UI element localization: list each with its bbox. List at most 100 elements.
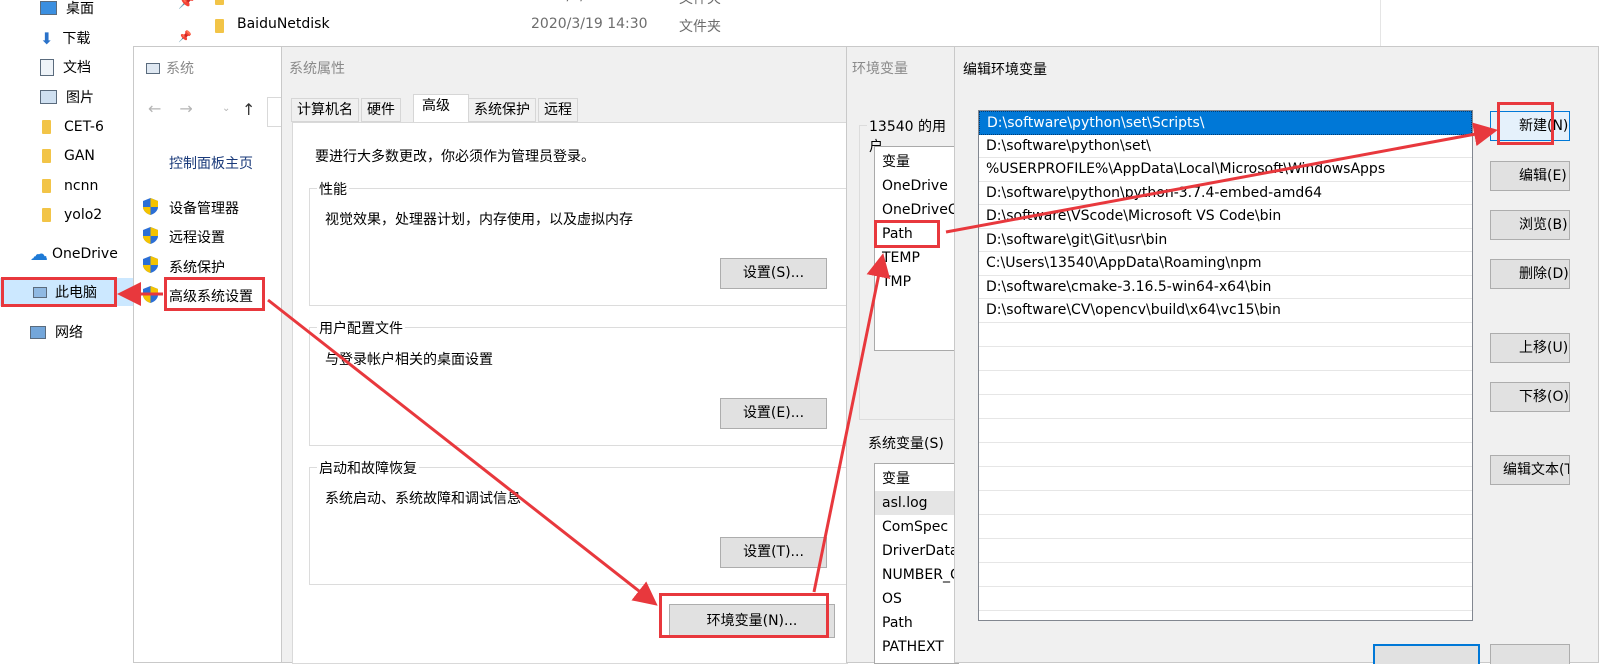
list-item[interactable]: NUMBER_O xyxy=(875,563,958,587)
tab-advanced[interactable]: 高级 xyxy=(413,94,469,123)
network-icon xyxy=(30,325,46,339)
nav-item-ncnn[interactable]: ncnn xyxy=(40,172,98,200)
tab-remote[interactable]: 远程 xyxy=(538,98,578,122)
ok-button[interactable] xyxy=(1373,644,1480,664)
list-item[interactable]: OneDrive xyxy=(875,174,958,198)
list-item[interactable]: D:\software\CV\opencv\build\x64\vc15\bin xyxy=(979,299,1472,323)
nav-item-yolo2[interactable]: yolo2 xyxy=(40,201,102,229)
list-item[interactable]: D:\software\python\python-3.7.4-embed-am… xyxy=(979,182,1472,205)
pin-icon: 📌 xyxy=(178,30,192,43)
annotation-box-new xyxy=(1497,102,1554,145)
group-label: 用户配置文件 xyxy=(317,318,405,338)
cancel-button[interactable] xyxy=(1490,644,1570,664)
system-window: 系统 ←→ ⌄ ↑ 控制面板主页 设备管理器 远程设置 系统保护 高级系统设置 xyxy=(133,46,283,663)
list-item[interactable]: D:\software\git\Git\usr\bin xyxy=(979,229,1472,252)
system-vars-list[interactable]: 变量 asl.log ComSpec DriverData NUMBER_O O… xyxy=(874,463,959,664)
list-item[interactable]: TEMP xyxy=(875,246,958,270)
nav-item-gan[interactable]: GAN xyxy=(40,142,95,170)
nav-label: CET-6 xyxy=(64,119,104,135)
folder-icon xyxy=(42,120,51,134)
list-item[interactable]: OneDriveC xyxy=(875,198,958,222)
column-divider xyxy=(1380,0,1381,48)
user-profile-group: 用户配置文件 与登录帐户相关的桌面设置 设置(E)... xyxy=(309,318,849,446)
tab-hardware[interactable]: 硬件 xyxy=(361,98,401,122)
list-item[interactable]: Path xyxy=(875,611,958,635)
folder-icon xyxy=(42,179,51,193)
path-list[interactable]: D:\software\python\set\Scripts\ D:\softw… xyxy=(978,110,1473,621)
chevron-down-icon[interactable]: ⌄ xyxy=(222,103,230,114)
nav-item-documents[interactable]: 文档 xyxy=(40,53,91,81)
shield-icon xyxy=(142,226,159,245)
list-item[interactable]: OS xyxy=(875,587,958,611)
list-item[interactable]: D:\software\VScode\Microsoft VS Code\bin xyxy=(979,205,1472,229)
device-manager-link[interactable]: 设备管理器 xyxy=(169,198,239,218)
edit-text-button[interactable]: 编辑文本(T) xyxy=(1490,455,1570,485)
dialog-title: 环境变量 xyxy=(852,61,908,77)
nav-item-cet6[interactable]: CET-6 xyxy=(40,113,104,141)
browse-button[interactable]: 浏览(B)... xyxy=(1490,210,1570,240)
table-row[interactable]: BaiduNetdisk 2020/3/19 14:30 文件夹 xyxy=(213,16,721,36)
file-date: 2020/2/8 14:37 xyxy=(531,0,679,8)
group-label: 性能 xyxy=(317,179,349,199)
list-item[interactable]: D:\software\cmake-3.16.5-win64-x64\bin xyxy=(979,276,1472,299)
edit-button[interactable]: 编辑(E) xyxy=(1490,161,1570,191)
advanced-tab-panel: 要进行大多数更改，你必须作为管理员登录。 性能 视觉效果，处理器计划，内存使用，… xyxy=(292,122,849,664)
list-item[interactable]: TMP xyxy=(875,270,958,294)
profile-settings-button[interactable]: 设置(E)... xyxy=(720,398,827,429)
list-item[interactable]: ComSpec xyxy=(875,515,958,539)
nav-item-pictures[interactable]: 图片 xyxy=(40,83,94,111)
nav-label: 文档 xyxy=(63,60,91,76)
move-down-button[interactable]: 下移(O) xyxy=(1490,382,1570,412)
document-icon xyxy=(40,58,54,76)
list-item[interactable]: PATHEXT xyxy=(875,635,958,659)
delete-button[interactable]: 删除(D) xyxy=(1490,259,1570,289)
list-header: 变量 xyxy=(882,471,910,487)
startup-recovery-group: 启动和故障恢复 系统启动、系统故障和调试信息 设置(T)... xyxy=(309,458,849,585)
list-item[interactable]: DriverData xyxy=(875,539,958,563)
shield-icon xyxy=(142,285,159,304)
nav-label: OneDrive xyxy=(52,246,118,262)
list-item[interactable]: D:\software\python\set\Scripts\ xyxy=(979,111,1472,135)
file-list: 📌 📌 asl 2020/2/8 14:37 文件夹 BaiduNetdisk … xyxy=(135,0,1405,48)
up-arrow-icon[interactable]: ↑ xyxy=(242,100,255,119)
move-up-button[interactable]: 上移(U) xyxy=(1490,333,1570,363)
table-row[interactable]: asl 2020/2/8 14:37 文件夹 xyxy=(213,0,721,8)
pin-icon: 📌 xyxy=(178,0,196,10)
explorer-nav-pane: 桌面 ⬇ 下载 文档 图片 CET-6 GAN ncnn yolo2 ☁ OneDr… xyxy=(0,0,135,663)
tab-system-protection[interactable]: 系统保护 xyxy=(468,98,536,122)
folder-icon xyxy=(215,0,224,5)
file-type: 文件夹 xyxy=(679,19,721,35)
shield-icon xyxy=(142,197,159,216)
list-item[interactable]: asl.log xyxy=(875,491,958,515)
list-item[interactable]: %USERPROFILE%\AppData\Local\Microsoft\Wi… xyxy=(979,158,1472,182)
list-item[interactable]: D:\software\python\set\ xyxy=(979,135,1472,158)
system-title: 系统 xyxy=(146,58,194,78)
performance-settings-button[interactable]: 设置(S)... xyxy=(720,258,827,289)
performance-group: 性能 视觉效果，处理器计划，内存使用，以及虚拟内存 设置(S)... xyxy=(309,179,849,306)
list-header: 变量 xyxy=(882,154,910,170)
nav-item-desktop[interactable]: 桌面 xyxy=(40,0,94,22)
shield-icon xyxy=(142,255,159,274)
user-vars-list[interactable]: 变量 OneDrive OneDriveC Path TEMP TMP xyxy=(874,146,959,351)
system-protection-link[interactable]: 系统保护 xyxy=(169,257,225,277)
nav-label: 桌面 xyxy=(66,1,94,17)
system-vars-label: 系统变量(S) xyxy=(868,436,944,452)
list-item[interactable]: C:\Users\13540\AppData\Roaming\npm xyxy=(979,252,1472,276)
group-desc: 系统启动、系统故障和调试信息 xyxy=(325,491,521,507)
startup-settings-button[interactable]: 设置(T)... xyxy=(720,537,827,568)
group-desc: 视觉效果，处理器计划，内存使用，以及虚拟内存 xyxy=(325,212,633,228)
control-panel-home-link[interactable]: 控制面板主页 xyxy=(169,153,253,173)
edit-environment-variable-dialog: 编辑环境变量 D:\software\python\set\Scripts\ D… xyxy=(954,46,1599,664)
folder-icon xyxy=(42,208,51,222)
nav-item-network[interactable]: 网络 xyxy=(30,318,83,346)
annotation-box-this-pc xyxy=(1,277,117,307)
nav-item-onedrive[interactable]: ☁ OneDrive xyxy=(30,240,118,268)
file-name: asl xyxy=(237,0,531,8)
environment-variables-dialog: 环境变量 13540 的用户 变量 OneDrive OneDriveC Pat… xyxy=(846,46,959,664)
folder-icon xyxy=(42,149,51,163)
nav-item-downloads[interactable]: ⬇ 下载 xyxy=(40,24,90,52)
annotation-box-advanced xyxy=(164,277,265,311)
tab-computer-name[interactable]: 计算机名 xyxy=(291,98,359,122)
nav-arrows[interactable]: ←→ xyxy=(148,99,211,118)
remote-settings-link[interactable]: 远程设置 xyxy=(169,227,225,247)
